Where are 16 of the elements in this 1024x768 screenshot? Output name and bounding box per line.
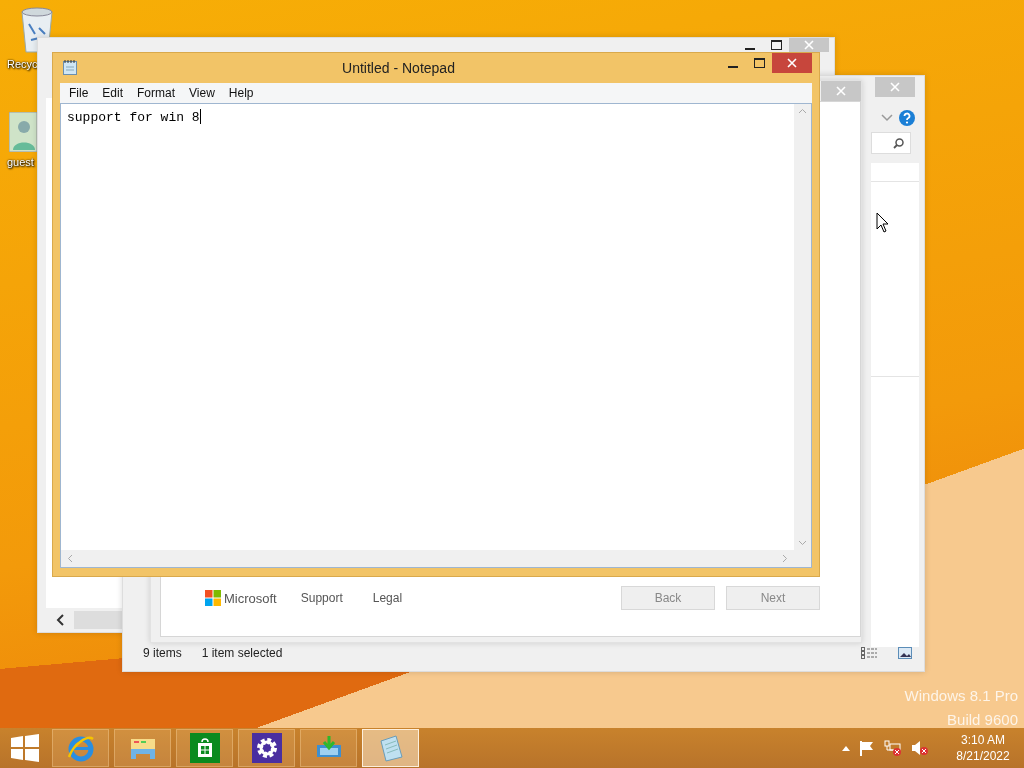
menu-item[interactable]: View	[182, 86, 222, 100]
menu-item[interactable]: Edit	[95, 86, 131, 100]
edition-text: Windows 8.1 Pro	[904, 686, 1018, 706]
status-text: 9 items	[143, 646, 182, 660]
menu-item[interactable]: Format	[130, 86, 183, 100]
menu-item[interactable]: File	[62, 86, 96, 100]
date-text: 8/21/2022	[956, 748, 1010, 764]
time-text: 3:10 AM	[961, 732, 1005, 748]
footer-link[interactable]: Legal	[372, 591, 403, 605]
status-text: 1 item selected	[201, 646, 283, 660]
window-title: Untitled - Notepad	[341, 59, 456, 76]
footer-link[interactable]: Support	[300, 591, 343, 605]
clock[interactable]: 3:10 AM 8/21/2022	[952, 732, 1014, 764]
edition-text: Build 9600	[947, 710, 1018, 730]
menu-item[interactable]: Help	[221, 86, 261, 100]
brand-name: Microsoft	[224, 590, 277, 606]
